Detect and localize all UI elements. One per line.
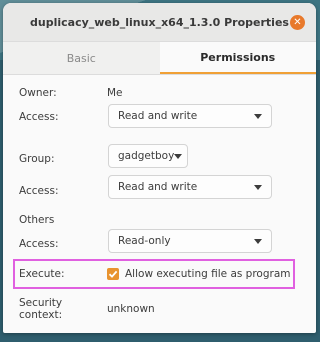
group-label: Group: (19, 153, 55, 165)
others-access-value: Read-only (118, 235, 171, 247)
others-row: Others (19, 214, 300, 226)
properties-dialog: duplicacy_web_linux_x64_1.3.0 Properties… (3, 3, 316, 333)
group-dropdown[interactable]: gadgetboy (108, 144, 188, 168)
tab-permissions[interactable]: Permissions (159, 42, 316, 74)
execute-label: Execute: (19, 268, 65, 280)
chevron-down-icon (174, 153, 183, 159)
owner-access-label: Access: (19, 111, 59, 123)
execute-checkbox-control[interactable]: Allow executing file as program (107, 268, 291, 280)
owner-value: Me (107, 87, 123, 99)
close-icon[interactable]: ✕ (290, 15, 305, 30)
chevron-down-icon (254, 113, 262, 119)
group-access-dropdown[interactable]: Read and write (108, 175, 272, 199)
tab-basic[interactable]: Basic (3, 42, 160, 74)
others-heading: Others (19, 214, 55, 226)
chevron-down-icon (254, 184, 262, 190)
window-title: duplicacy_web_linux_x64_1.3.0 Properties (30, 15, 289, 29)
owner-access-dropdown[interactable]: Read and write (108, 104, 272, 128)
titlebar: duplicacy_web_linux_x64_1.3.0 Properties… (3, 3, 316, 42)
owner-row: Owner: Me (19, 87, 300, 99)
execute-checkbox-label[interactable]: Allow executing file as program (125, 268, 291, 280)
group-value: gadgetboy (118, 150, 175, 162)
group-access-value: Read and write (118, 181, 198, 193)
execute-row: Execute: Allow executing file as program (19, 268, 300, 280)
tab-bar: Basic Permissions (3, 42, 316, 75)
security-label: Security context: (19, 297, 63, 321)
chevron-down-icon (254, 238, 262, 244)
owner-label: Owner: (19, 87, 57, 99)
group-access-label: Access: (19, 185, 59, 197)
others-access-dropdown[interactable]: Read-only (108, 229, 272, 253)
others-access-label: Access: (19, 238, 59, 250)
checkbox-checked-icon[interactable] (107, 268, 119, 280)
security-row: Security context: unknown (19, 297, 300, 321)
security-value: unknown (107, 303, 155, 315)
owner-access-value: Read and write (118, 110, 198, 122)
